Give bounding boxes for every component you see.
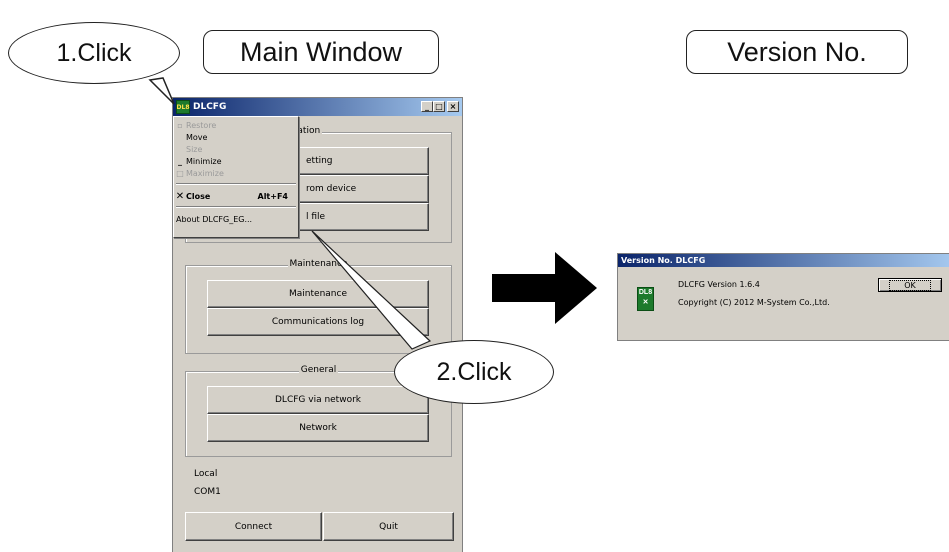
right-arrow-icon <box>492 252 597 324</box>
dl8-logo-icon: DL8 ✕ <box>637 287 654 311</box>
version-dialog-titlebar[interactable]: Version No. DLCFG <box>618 254 949 267</box>
version-dialog: Version No. DLCFG DL8 ✕ DLCFG Version 1.6… <box>617 253 949 341</box>
ok-button-label: OK <box>889 279 931 291</box>
copyright-text: Copyright (C) 2012 M-System Co.,Ltd. <box>678 298 830 307</box>
step1-callout-tail <box>148 77 175 105</box>
step2-callout-tail <box>311 230 432 350</box>
step2-callout: 2.Click <box>394 340 554 404</box>
step2-label: 2.Click <box>436 357 512 386</box>
version-dialog-title: Version No. DLCFG <box>621 256 706 265</box>
ok-button[interactable]: OK <box>878 278 942 292</box>
version-text: DLCFG Version 1.6.4 <box>678 280 760 289</box>
